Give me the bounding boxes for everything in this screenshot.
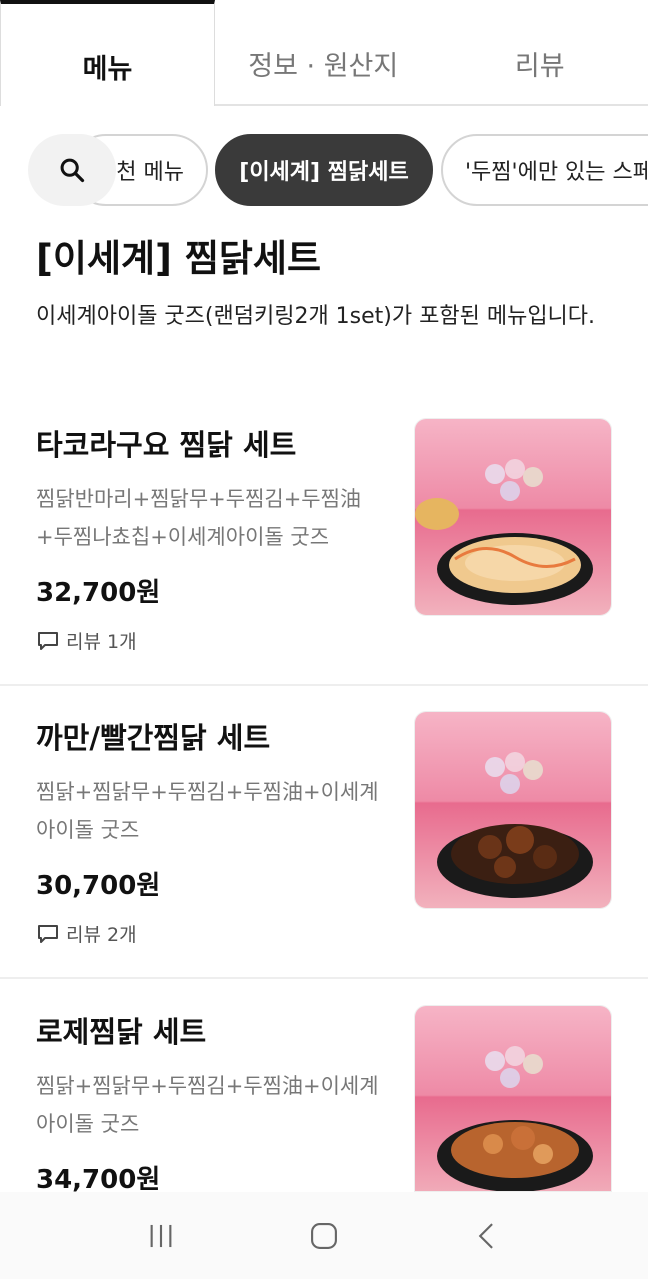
speech-bubble-icon (38, 924, 58, 943)
tab-info-origin[interactable]: 정보 · 원산지 (215, 0, 432, 104)
menu-item-review-count: 리뷰 1개 (36, 627, 137, 654)
menu-item-price: 34,700원 (36, 1165, 161, 1195)
tab-reviews[interactable]: 리뷰 (432, 0, 648, 104)
speech-bubble-icon (38, 631, 58, 650)
item-divider (0, 684, 648, 686)
menu-item[interactable]: 까만/빨간찜닭 세트 찜닭+찜닭무+두찜김+두찜油+이세계아이돌 굿즈 30,7… (0, 711, 648, 977)
home-button[interactable] (294, 1206, 354, 1266)
menu-item-price: 30,700원 (36, 871, 161, 901)
menu-item-photo[interactable] (414, 711, 612, 909)
menu-item[interactable]: 타코라구요 찜닭 세트 찜닭반마리+찜닭무+두찜김+두찜油+두찜나쵸칩+이세계아… (0, 418, 648, 684)
tab-bar: 메뉴 정보 · 원산지 리뷰 (0, 0, 648, 106)
menu-item-review-count: 리뷰 2개 (36, 920, 137, 947)
recent-apps-button[interactable] (131, 1206, 191, 1266)
tab-menu[interactable]: 메뉴 (0, 0, 215, 106)
menu-item-name: 타코라구요 찜닭 세트 (36, 428, 297, 462)
food-photo-image (415, 419, 611, 615)
category-chip-special[interactable]: '두찜'에만 있는 스페 (441, 134, 648, 206)
section-description: 이세계아이돌 굿즈(랜덤키링2개 1set)가 포함된 메뉴입니다. (36, 304, 596, 329)
menu-search-button[interactable] (28, 134, 116, 206)
menu-item-photo[interactable] (414, 418, 612, 616)
review-count-label: 리뷰 1개 (66, 631, 137, 653)
system-navigation-bar (0, 1192, 648, 1279)
review-count-label: 리뷰 2개 (66, 924, 137, 946)
menu-item-description: 찜닭반마리+찜닭무+두찜김+두찜油+두찜나쵸칩+이세계아이돌 굿즈 (36, 487, 361, 549)
food-photo-image (415, 712, 611, 908)
menu-item-description: 찜닭+찜닭무+두찜김+두찜油+이세계아이돌 굿즈 (36, 1074, 379, 1136)
item-divider (0, 977, 648, 979)
menu-item[interactable]: 로제찜닭 세트 찜닭+찜닭무+두찜김+두찜油+이세계아이돌 굿즈 34,700원 (0, 1005, 648, 1195)
menu-item-photo[interactable] (414, 1005, 612, 1192)
back-icon (478, 1222, 493, 1249)
food-photo-image (415, 1006, 611, 1191)
menu-item-price: 32,700원 (36, 578, 161, 608)
back-button[interactable] (457, 1206, 517, 1266)
menu-item-name: 로제찜닭 세트 (36, 1015, 207, 1049)
home-icon (311, 1222, 337, 1249)
section-title: [이세계] 찜닭세트 (36, 237, 321, 280)
menu-item-name: 까만/빨간찜닭 세트 (36, 721, 271, 755)
menu-item-description: 찜닭+찜닭무+두찜김+두찜油+이세계아이돌 굿즈 (36, 780, 379, 842)
category-chip-isekai-set[interactable]: [이세계] 찜닭세트 (215, 134, 433, 206)
search-icon (60, 158, 85, 183)
category-chip-row: 천 메뉴 [이세계] 찜닭세트 '두찜'에만 있는 스페 (0, 132, 648, 208)
recent-apps-icon (150, 1224, 172, 1247)
